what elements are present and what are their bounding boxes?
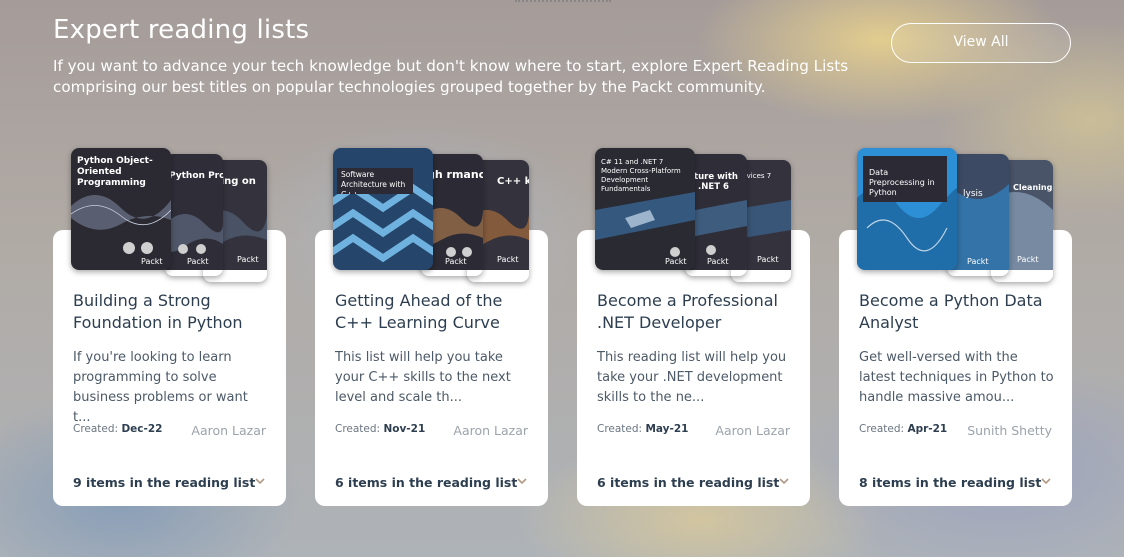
book-covers: Cleaning Packt lysis Packt Data Preproce… xyxy=(857,148,1053,270)
cover-brand: Packt xyxy=(1017,255,1039,264)
book-covers: C++ k Packt gh rmance Packt xyxy=(333,148,529,270)
book-cover[interactable]: C# 11 and .NET 7 Modern Cross-Platform D… xyxy=(595,148,695,270)
page-description: If you want to advance your tech knowled… xyxy=(53,57,849,96)
card-title[interactable]: Building a Strong Foundation in Python xyxy=(73,290,273,334)
cover-title: Data Preprocessing in Python xyxy=(869,168,935,197)
cover-brand: Packt xyxy=(967,257,989,266)
created-label: Created: xyxy=(859,423,905,435)
book-cover[interactable]: Software Architecture with C++ xyxy=(333,148,433,270)
created-label: Created: xyxy=(597,423,643,435)
cover-title: Python Programming xyxy=(169,171,223,181)
cover-brand: Packt xyxy=(237,255,259,264)
card-description: This reading list will help you take you… xyxy=(597,350,787,405)
created-date: Created: Dec-22 xyxy=(73,423,162,435)
cover-title: Software Architecture with C++ xyxy=(341,170,406,194)
created-value: Dec-22 xyxy=(121,423,163,435)
cover-title: C# 11 and .NET 7 Modern Cross-Platform D… xyxy=(601,158,681,193)
card-title[interactable]: Become a Professional .NET Developer xyxy=(597,290,797,334)
top-divider xyxy=(515,0,611,3)
chevron-down-icon[interactable] xyxy=(778,475,790,487)
cover-brand: Packt xyxy=(141,257,163,266)
item-count: 8 items in the reading list xyxy=(859,475,1042,490)
cover-brand: Packt xyxy=(707,257,729,266)
item-count: 6 items in the reading list xyxy=(597,475,780,490)
book-covers: Services 7 Packt cture with d .NET 6 Pac… xyxy=(595,148,791,270)
created-value: Nov-21 xyxy=(383,423,426,435)
card-title[interactable]: Become a Python Data Analyst xyxy=(859,290,1059,334)
item-count: 6 items in the reading list xyxy=(335,475,518,490)
card-description: This list will help you take your C++ sk… xyxy=(335,350,511,405)
reading-list-card[interactable]: Cleaning Packt lysis Packt Data Preproce… xyxy=(839,148,1072,506)
created-value: May-21 xyxy=(645,423,689,435)
card-author: Sunith Shetty xyxy=(967,423,1052,438)
book-cover[interactable]: Data Preprocessing in Python xyxy=(857,148,957,270)
created-date: Created: May-21 xyxy=(597,423,688,435)
cover-brand: Packt xyxy=(187,257,209,266)
view-all-button[interactable]: View All xyxy=(891,23,1071,63)
cover-title: C++ k xyxy=(497,176,529,187)
page-title: Expert reading lists xyxy=(53,15,310,45)
created-value: Apr-21 xyxy=(907,423,948,435)
card-author: Aaron Lazar xyxy=(715,423,790,438)
created-label: Created: xyxy=(73,423,119,435)
cover-brand: Packt xyxy=(497,255,519,264)
cover-brand: Packt xyxy=(665,257,687,266)
card-description: Get well-versed with the latest techniqu… xyxy=(859,350,1054,405)
created-date: Created: Apr-21 xyxy=(859,423,947,435)
reading-list-card[interactable]: ering on Packt Python Programming Packt xyxy=(53,148,286,506)
book-cover[interactable]: Python Object-Oriented Programming Packt xyxy=(71,148,171,270)
section-header: Expert reading lists If you want to adva… xyxy=(53,14,873,98)
cover-brand: Packt xyxy=(445,257,467,266)
chevron-down-icon[interactable] xyxy=(1040,475,1052,487)
card-author: Aaron Lazar xyxy=(191,423,266,438)
card-author: Aaron Lazar xyxy=(453,423,528,438)
reading-list-card[interactable]: Services 7 Packt cture with d .NET 6 Pac… xyxy=(577,148,810,506)
created-date: Created: Nov-21 xyxy=(335,423,425,435)
book-covers: ering on Packt Python Programming Packt xyxy=(71,148,267,270)
cover-title: cture with d .NET 6 xyxy=(689,172,738,192)
chevron-down-icon[interactable] xyxy=(254,475,266,487)
reading-list-card[interactable]: C++ k Packt gh rmance Packt xyxy=(315,148,548,506)
cover-title: Python Object-Oriented Programming xyxy=(77,156,153,188)
book-cover[interactable]: Python Programming Packt xyxy=(165,154,223,276)
cover-title: lysis xyxy=(963,189,983,199)
card-description: If you're looking to learn programming t… xyxy=(73,350,248,425)
cover-title: Cleaning xyxy=(1013,183,1053,192)
chevron-down-icon[interactable] xyxy=(516,475,528,487)
item-count: 9 items in the reading list xyxy=(73,475,256,490)
cover-brand: Packt xyxy=(757,255,779,264)
created-label: Created: xyxy=(335,423,381,435)
card-title[interactable]: Getting Ahead of the C++ Learning Curve xyxy=(335,290,535,334)
cover-title: gh rmance xyxy=(427,168,483,181)
